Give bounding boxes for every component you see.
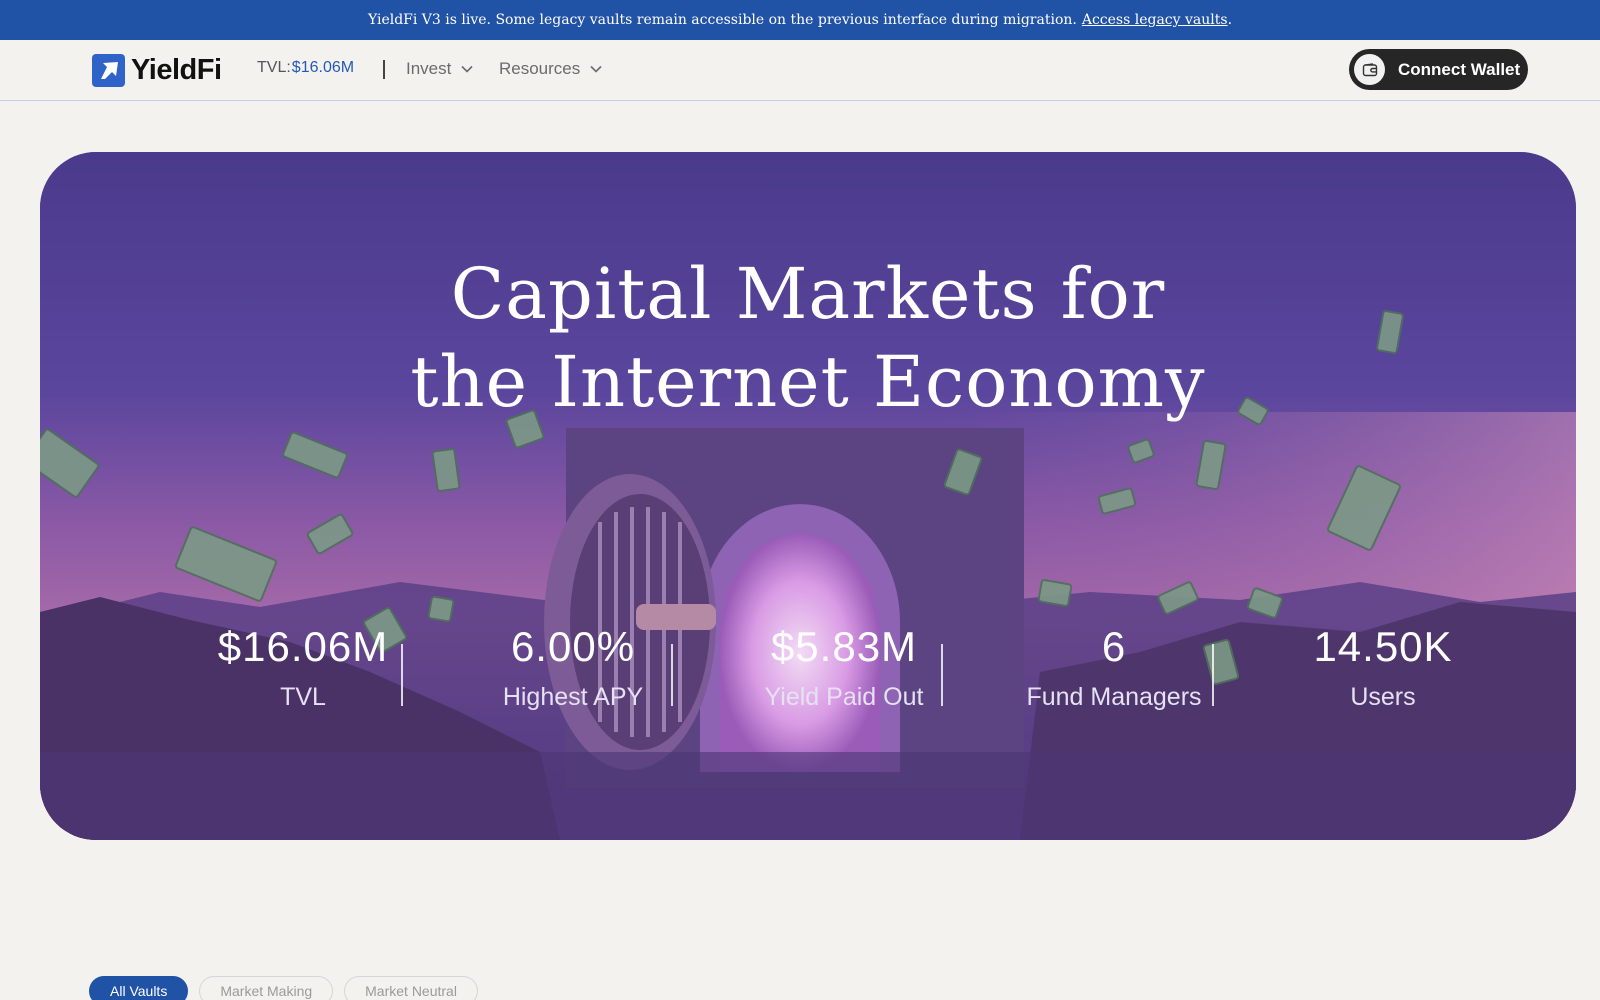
announcement-bar: YieldFi V3 is live. Some legacy vaults r… xyxy=(0,0,1600,40)
stat-value: $16.06M xyxy=(217,623,389,670)
stat-yield-paid-out: $5.83M Yield Paid Out xyxy=(719,622,969,712)
hero-stats: $16.06M TVL 6.00% Highest APY $5.83M Yie… xyxy=(40,622,1576,742)
stat-divider xyxy=(1212,644,1214,706)
brand-logo[interactable]: YieldFi xyxy=(92,53,222,87)
top-navigation: YieldFi TVL: $16.06M Invest Resources Co… xyxy=(0,40,1600,101)
brand-name: YieldFi xyxy=(131,53,222,86)
nav-resources-label: Resources xyxy=(499,59,581,78)
stat-value: 14.50K xyxy=(1313,623,1453,670)
stat-value: 6.00% xyxy=(510,623,636,670)
stat-fund-managers: 6 Fund Managers xyxy=(989,622,1239,712)
hero-title: Capital Markets for the Internet Economy xyxy=(40,250,1576,426)
nav-invest-label: Invest xyxy=(406,59,452,78)
chevron-down-icon xyxy=(590,65,602,73)
header-tvl-value: $16.06M xyxy=(291,59,355,76)
stat-divider xyxy=(401,644,403,706)
announcement-period: . xyxy=(1227,12,1233,28)
stat-tvl: $16.06M TVL xyxy=(178,622,428,712)
stat-highest-apy: 6.00% Highest APY xyxy=(448,622,698,712)
stat-value: $5.83M xyxy=(770,623,918,670)
announcement-text: YieldFi V3 is live. Some legacy vaults r… xyxy=(367,12,1077,28)
legacy-vaults-link[interactable]: Access legacy vaults xyxy=(1082,12,1228,28)
hero-title-line-1: Capital Markets for xyxy=(450,253,1166,335)
nav-invest[interactable]: Invest xyxy=(406,59,473,79)
tab-market-neutral[interactable]: Market Neutral xyxy=(344,976,478,1000)
stat-label: TVL xyxy=(280,683,326,711)
chevron-down-icon xyxy=(461,65,473,73)
vault-filter-tabs: All Vaults Market Making Market Neutral xyxy=(89,976,489,1000)
hero-banner: Capital Markets for the Internet Economy… xyxy=(40,152,1576,840)
tab-market-making[interactable]: Market Making xyxy=(199,976,334,1000)
wallet-icon xyxy=(1354,54,1385,85)
header-tvl-label: TVL: xyxy=(257,59,291,76)
yieldfi-logo-icon xyxy=(92,53,125,87)
hero-title-line-2: the Internet Economy xyxy=(410,341,1206,423)
nav-resources[interactable]: Resources xyxy=(499,59,602,79)
nav-divider xyxy=(383,60,385,79)
connect-wallet-label: Connect Wallet xyxy=(1398,59,1521,79)
stat-divider xyxy=(941,644,943,706)
stat-users: 14.50K Users xyxy=(1258,622,1508,712)
stat-label: Highest APY xyxy=(502,683,644,711)
tab-all-vaults[interactable]: All Vaults xyxy=(89,976,189,1000)
stat-label: Users xyxy=(1350,683,1416,711)
stat-label: Yield Paid Out xyxy=(764,683,924,711)
stat-value: 6 xyxy=(1101,623,1127,670)
connect-wallet-button[interactable]: Connect Wallet xyxy=(1349,49,1528,90)
stat-divider xyxy=(671,644,673,706)
stat-label: Fund Managers xyxy=(1026,683,1202,711)
header-tvl: TVL: $16.06M xyxy=(257,59,354,77)
